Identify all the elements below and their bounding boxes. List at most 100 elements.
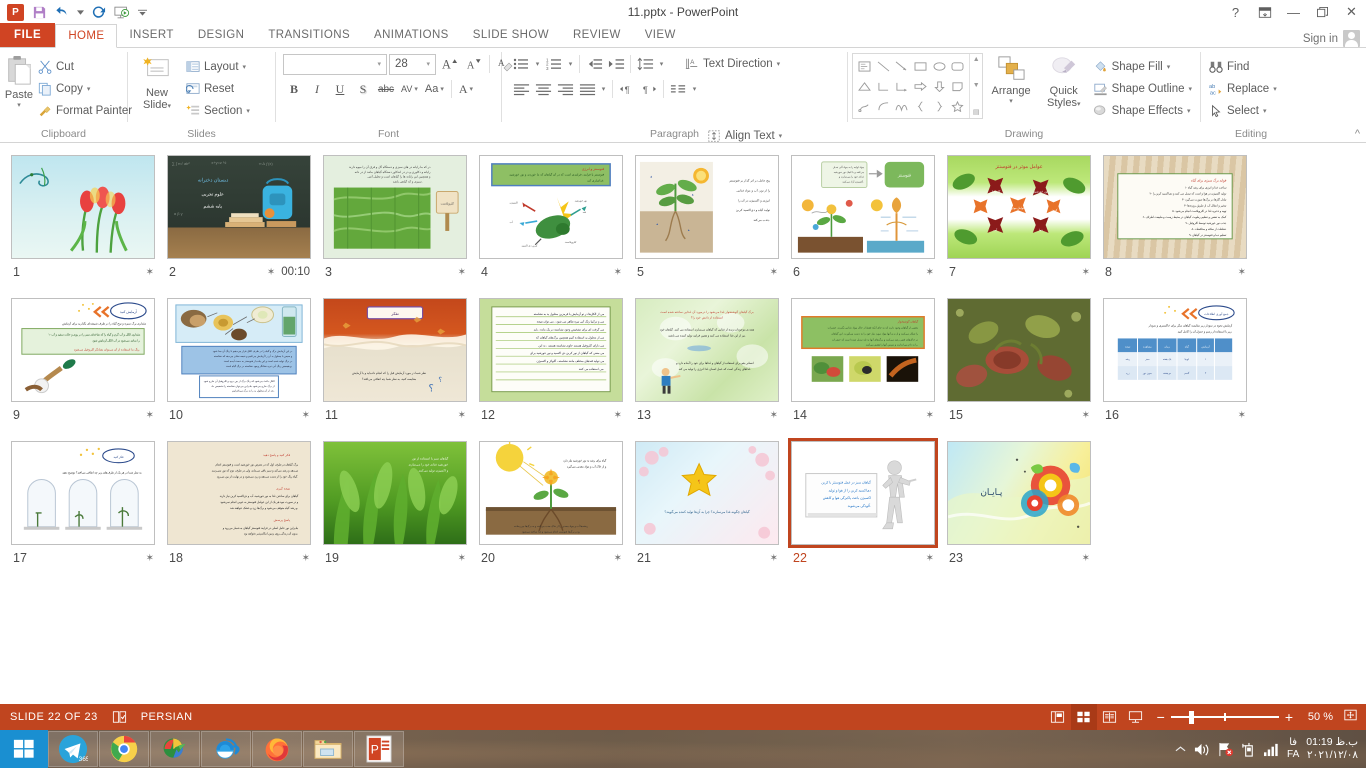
- shape-folded-corner[interactable]: [949, 76, 968, 96]
- strikethrough-button[interactable]: abc: [375, 78, 397, 100]
- zoom-slider[interactable]: [1171, 711, 1279, 723]
- shape-left-brace[interactable]: [911, 96, 930, 116]
- slide-thumbnail-11[interactable]: تفکر نظر شما در مورد آزمایش قبل را که ان…: [320, 295, 470, 405]
- slide-cell-15[interactable]: 15 ✶: [944, 295, 1100, 438]
- start-button[interactable]: [0, 730, 48, 768]
- firefox-icon[interactable]: [252, 731, 302, 767]
- arrange-button[interactable]: Arrange ▾: [983, 53, 1039, 105]
- decrease-indent-button[interactable]: [583, 53, 605, 75]
- animation-star-icon[interactable]: ✶: [1082, 553, 1090, 564]
- undo-dropdown-icon[interactable]: [76, 2, 85, 23]
- scroll-up-icon[interactable]: ▲: [973, 56, 980, 63]
- animation-star-icon[interactable]: ✶: [146, 267, 154, 278]
- network-error-icon[interactable]: [1217, 742, 1234, 757]
- layout-dropdown-icon[interactable]: ▾: [243, 63, 247, 71]
- language-indicator[interactable]: PERSIAN: [131, 711, 203, 723]
- copy-dropdown-icon[interactable]: ▾: [87, 85, 91, 93]
- layout-button[interactable]: Layout ▾: [182, 56, 254, 78]
- notes-icon[interactable]: [108, 710, 131, 724]
- customize-qat-icon[interactable]: [135, 2, 149, 23]
- columns-dropdown-icon[interactable]: ▾: [689, 78, 700, 100]
- slide-cell-22[interactable]: گیاهان سبز در عمل فتوسنتز با کربن دی‌اکس…: [788, 438, 944, 581]
- shape-right-brace[interactable]: [930, 96, 949, 116]
- shape-scribble[interactable]: [855, 96, 874, 116]
- slide-sorter-view-button[interactable]: [1071, 704, 1097, 730]
- tab-view[interactable]: VIEW: [633, 23, 688, 47]
- line-spacing-button[interactable]: [634, 53, 656, 75]
- slide-thumbnail-16[interactable]: جمع آوری اطلاعات آزمایش نحوه در نمودار ز…: [1100, 295, 1250, 405]
- font-size-dropdown-icon[interactable]: ▾: [423, 60, 433, 68]
- animation-star-icon[interactable]: ✶: [302, 410, 310, 421]
- shape-star[interactable]: [949, 96, 968, 116]
- shape-elbow-arrow-connector[interactable]: [892, 76, 911, 96]
- internet-download-manager-icon[interactable]: [150, 731, 200, 767]
- slide-cell-6[interactable]: مواد اولیه را به مواد آلی تبدیل می‌کنند …: [788, 152, 944, 295]
- shape-rectangle[interactable]: [911, 56, 930, 76]
- zoom-percentage[interactable]: 50 %: [1299, 711, 1333, 723]
- align-right-button[interactable]: [554, 78, 576, 100]
- animation-star-icon[interactable]: ✶: [926, 553, 934, 564]
- animation-star-icon[interactable]: ✶: [614, 553, 622, 564]
- shape-outline-button[interactable]: Shape Outline ▾: [1089, 78, 1196, 100]
- animation-star-icon[interactable]: ✶: [1238, 410, 1246, 421]
- redo-icon[interactable]: [87, 2, 109, 23]
- shape-oval[interactable]: [930, 56, 949, 76]
- slide-cell-14[interactable]: گیاهان گوشتخوار بعضی از گیاهان وجود دارن…: [788, 295, 944, 438]
- animation-star-icon[interactable]: ✶: [146, 410, 154, 421]
- slide-cell-23[interactable]: پـایـان 23 ✶: [944, 438, 1100, 581]
- bold-button[interactable]: B: [283, 78, 305, 100]
- find-button[interactable]: Find: [1205, 56, 1281, 78]
- close-button[interactable]: ✕: [1337, 0, 1366, 24]
- slide-cell-18[interactable]: فکر کنید و پاسخ دهید برگ گیاهان در ظرف ا…: [164, 438, 320, 581]
- shape-right-arrow[interactable]: [911, 76, 930, 96]
- shapes-gallery-scrollbar[interactable]: ▲ ▼ ▤: [969, 54, 982, 118]
- slide-cell-19[interactable]: گیاهان سبز با استفاده از نور خورشید غذای…: [320, 438, 476, 581]
- animation-star-icon[interactable]: ✶: [458, 410, 466, 421]
- format-painter-button[interactable]: Format Painter: [34, 100, 136, 122]
- numbering-button[interactable]: 123: [543, 53, 565, 75]
- columns-button[interactable]: [667, 78, 689, 100]
- bullets-dropdown-icon[interactable]: ▾: [532, 53, 543, 75]
- slide-cell-4[interactable]: فتوسنتز و انرژی فتوسنتز یا فرایند، فراین…: [476, 152, 632, 295]
- copy-button[interactable]: Copy ▾: [34, 78, 136, 100]
- reading-view-button[interactable]: [1097, 704, 1123, 730]
- cut-button[interactable]: Cut: [34, 56, 136, 78]
- animation-star-icon[interactable]: ✶: [614, 267, 622, 278]
- slide-cell-13[interactable]: برگ گیاهان گوشتخوار غذا می‌شود را درمورد…: [632, 295, 788, 438]
- shape-effects-button[interactable]: Shape Effects ▾: [1089, 100, 1196, 122]
- internet-explorer-icon[interactable]: [201, 731, 251, 767]
- clock[interactable]: 01:19 ب.ظ ۲۰۲۱/۱۲/۰۸: [1306, 736, 1360, 762]
- new-slide-button[interactable]: New Slide▾: [132, 53, 182, 113]
- animation-star-icon[interactable]: ✶: [302, 553, 310, 564]
- animation-star-icon[interactable]: ✶: [1238, 267, 1246, 278]
- show-hidden-icons-icon[interactable]: [1175, 744, 1186, 754]
- slide-thumbnail-21[interactable]: ؟ گیاهان چگونه غذا می‌سازند؟ چرا به آن‌ه…: [632, 438, 782, 548]
- shape-curve[interactable]: [874, 96, 893, 116]
- slide-thumbnail-17[interactable]: فکر کنید به نظر شما در هر یک از ظرف‌های …: [8, 438, 158, 548]
- justify-dropdown-icon[interactable]: ▾: [598, 78, 609, 100]
- align-left-button[interactable]: [510, 78, 532, 100]
- save-icon[interactable]: [28, 2, 50, 23]
- minimize-button[interactable]: —: [1279, 0, 1308, 24]
- numbering-dropdown-icon[interactable]: ▾: [565, 53, 576, 75]
- select-button[interactable]: Select ▾: [1205, 100, 1281, 122]
- animation-star-icon[interactable]: ✶: [458, 553, 466, 564]
- reset-button[interactable]: Reset: [182, 78, 254, 100]
- shape-text-box[interactable]: [855, 56, 874, 76]
- paste-button[interactable]: Paste ▾: [4, 53, 34, 109]
- fit-slide-to-window-icon[interactable]: [1339, 708, 1358, 727]
- animation-star-icon[interactable]: ✶: [614, 410, 622, 421]
- justify-button[interactable]: [576, 78, 598, 100]
- font-name-dropdown-icon[interactable]: ▾: [374, 60, 384, 68]
- line-spacing-dropdown-icon[interactable]: ▾: [656, 53, 667, 75]
- telegram-icon[interactable]: 365: [48, 731, 98, 767]
- zoom-slider-handle[interactable]: [1189, 711, 1194, 724]
- character-spacing-button[interactable]: AV ▾: [398, 78, 421, 100]
- section-button[interactable]: Section ▾: [182, 100, 254, 122]
- animation-star-icon[interactable]: ✶: [770, 267, 778, 278]
- slide-thumbnail-5[interactable]: ▲▲▲▲ پنج عامل در اثر گذار بر فتوسنتز را …: [632, 152, 782, 262]
- restore-button[interactable]: [1308, 0, 1337, 24]
- underline-button[interactable]: U: [329, 78, 351, 100]
- tab-home[interactable]: HOME: [55, 24, 117, 48]
- tab-animations[interactable]: ANIMATIONS: [362, 23, 461, 47]
